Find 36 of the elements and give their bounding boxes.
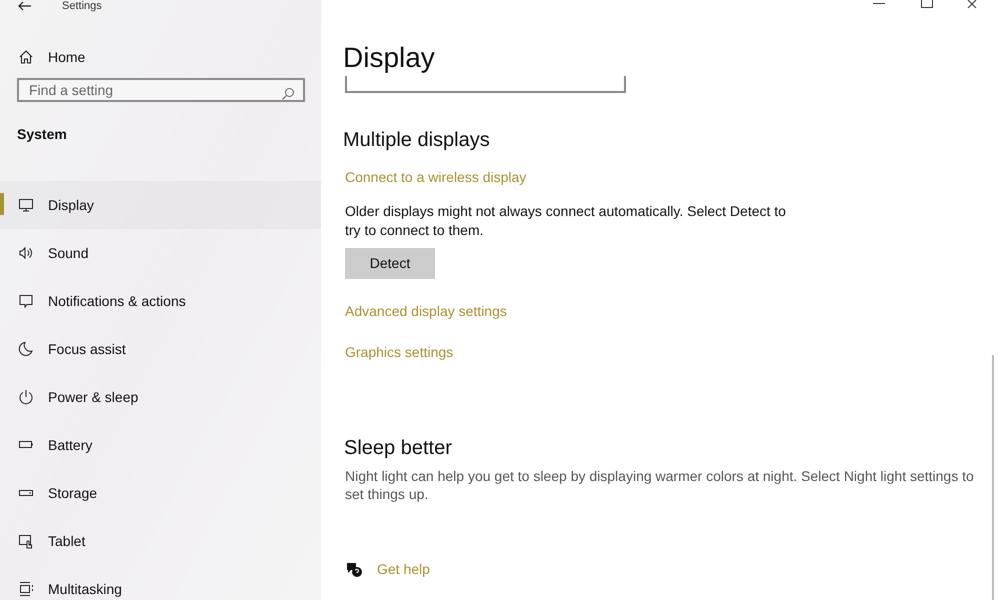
- section-heading: Sleep better: [344, 436, 453, 461]
- back-arrow-icon[interactable]: [18, 1, 32, 11]
- maximize-icon[interactable]: [921, 0, 933, 8]
- moon-icon: [18, 341, 34, 357]
- page-title: Display: [343, 41, 436, 75]
- home-icon: [18, 49, 34, 65]
- window-title: Settings: [62, 0, 102, 12]
- description-text: Older displays might not always connect automatically. Select Detect to try to connect to them.: [345, 202, 787, 240]
- search-field[interactable]: Find a setting: [17, 78, 305, 102]
- sidebar-item[interactable]: Power & sleep: [0, 373, 321, 421]
- section-heading: System: [17, 125, 68, 144]
- scrollbar[interactable]: [992, 355, 994, 600]
- windows-icon: [18, 581, 34, 597]
- search-icon: [281, 87, 295, 101]
- sidebar-item[interactable]: Notifications & actions: [0, 277, 321, 325]
- minimize-icon[interactable]: [873, 2, 885, 5]
- description-text: Night light can help you get to sleep by displaying warmer colors at night. Select Night light settings to set things up.: [345, 467, 975, 503]
- power-icon: [18, 389, 34, 405]
- speech-bubble-icon: [18, 293, 34, 309]
- tablet-icon: [18, 533, 34, 549]
- help-chat-icon: [345, 560, 363, 578]
- monitor-icon: [18, 197, 34, 213]
- dropdown-field[interactable]: [345, 76, 626, 93]
- detect-button[interactable]: Detect: [345, 248, 435, 279]
- home-link[interactable]: Home: [18, 47, 321, 67]
- speaker-icon: [18, 245, 34, 261]
- sidebar-item[interactable]: Tablet: [0, 517, 321, 565]
- selection-bar: [0, 193, 4, 215]
- sidebar-item[interactable]: Battery: [0, 421, 321, 469]
- sidebar-item[interactable]: Multitasking: [0, 565, 321, 600]
- close-icon[interactable]: [967, 0, 979, 8]
- sidebar-item[interactable]: Focus assist: [0, 325, 321, 373]
- sidebar-item[interactable]: Sound: [0, 229, 321, 277]
- section-heading: Multiple displays: [343, 128, 491, 153]
- sidebar-item[interactable]: Storage: [0, 469, 321, 517]
- sidebar-item[interactable]: Display: [0, 181, 321, 229]
